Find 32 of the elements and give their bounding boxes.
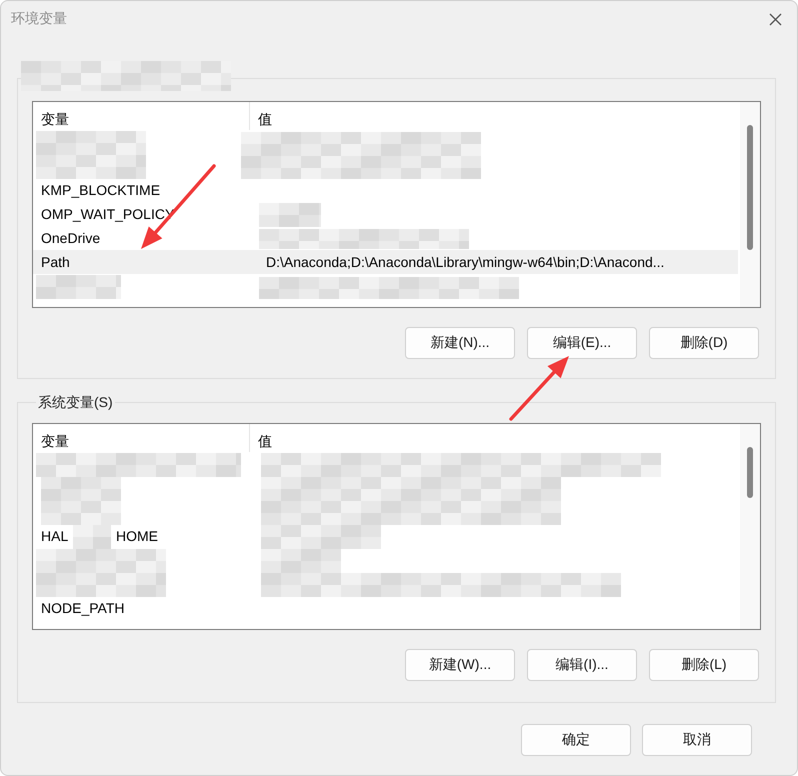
scroll-thumb[interactable] — [747, 125, 753, 250]
variable-name: Path — [40, 253, 71, 271]
column-header[interactable]: 值 — [250, 102, 740, 130]
scroll-thumb[interactable] — [747, 447, 753, 498]
window-title: 环境变量 — [11, 10, 67, 28]
variable-row[interactable]: KMP_BLOCKTIME — [33, 178, 738, 202]
variable-name: KMP_BLOCKTIME — [40, 181, 162, 199]
annotation-arrow — [509, 356, 569, 421]
dialog-button[interactable]: 取消 — [642, 724, 752, 756]
variable-name: NODE_PATH — [40, 599, 126, 617]
scrollbar[interactable] — [740, 424, 760, 629]
dialog-button[interactable]: 新建(N)... — [405, 327, 515, 359]
variable-name: HOME — [116, 527, 158, 545]
dialog-button[interactable]: 删除(L) — [649, 649, 759, 681]
dialog-button[interactable]: 确定 — [521, 724, 631, 756]
dialog-button[interactable]: 编辑(E)... — [527, 327, 637, 359]
scrollbar[interactable] — [740, 102, 760, 307]
variable-row[interactable]: Path D:\Anaconda;D:\Anaconda\Library\mingw-w64\bin;D:\Anacond... — [33, 250, 738, 274]
variable-row[interactable]: OneDrive — [33, 226, 738, 250]
group-title: 系统变量(S) — [37, 393, 114, 412]
variable-row[interactable]: HAL HOME — [33, 524, 738, 548]
dialog-button[interactable]: 编辑(I)... — [527, 649, 637, 681]
dialog-button[interactable]: 删除(D) — [649, 327, 759, 359]
column-header[interactable]: 值 — [250, 424, 740, 452]
variable-value: D:\Anaconda;D:\Anaconda\Library\mingw-w64\bin;D:\Anacond... — [265, 253, 666, 271]
variable-name: OneDrive — [40, 229, 102, 247]
column-header[interactable]: 变量 — [33, 424, 250, 452]
variable-row[interactable]: NODE_PATH — [33, 596, 738, 620]
variable-name: HAL — [40, 527, 70, 545]
column-header[interactable]: 变量 — [33, 102, 250, 130]
close-icon[interactable] — [769, 12, 782, 26]
dialog-button[interactable]: 新建(W)... — [405, 649, 515, 681]
